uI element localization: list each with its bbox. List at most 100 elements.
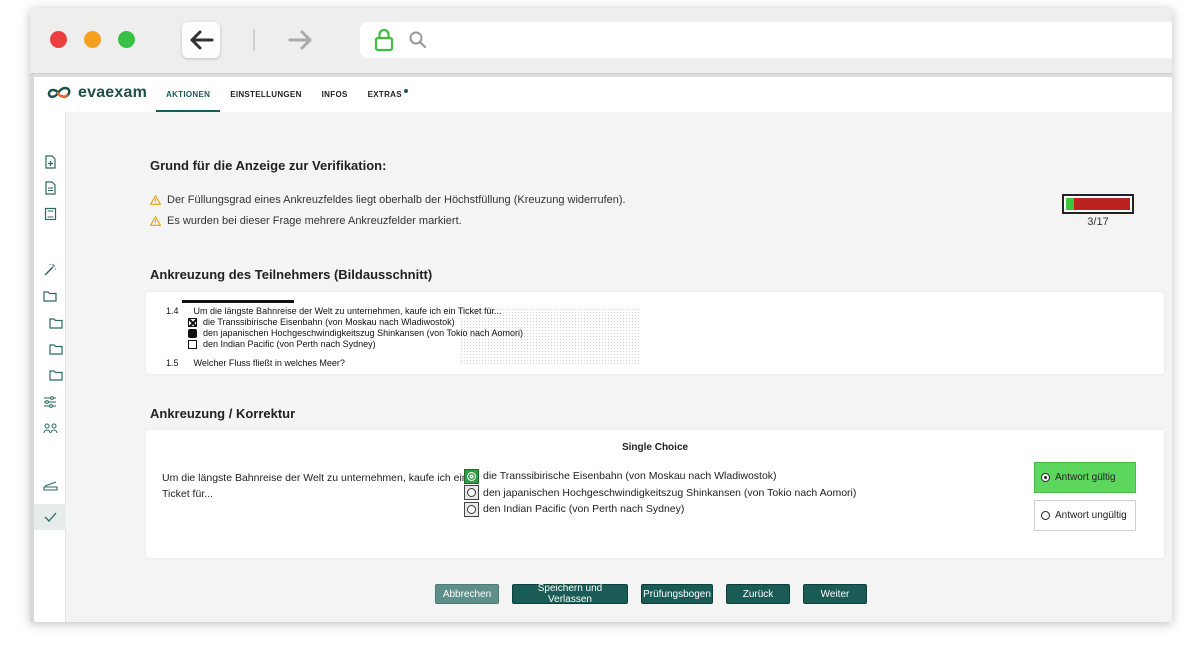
search-icon bbox=[409, 31, 427, 49]
warning-line: Es wurden bei dieser Frage mehrere Ankre… bbox=[150, 215, 462, 227]
arrow-right-icon bbox=[288, 30, 312, 50]
warning-line: Der Füllungsgrad eines Ankreuzfeldes lie… bbox=[150, 194, 626, 206]
scan-title: Ankreuzung des Teilnehmers (Bildausschni… bbox=[150, 267, 433, 282]
empty-checkbox bbox=[188, 340, 197, 350]
logo-text: evaexam bbox=[78, 84, 148, 101]
verification-progress-bar bbox=[1062, 194, 1134, 214]
radio-icon bbox=[467, 488, 476, 497]
tab-einstellungen[interactable]: EINSTELLUNGEN bbox=[220, 77, 311, 112]
evaexam-logo-icon bbox=[47, 86, 71, 98]
tab-label: INFOS bbox=[321, 90, 348, 99]
top-navigation: evaexam AKTIONEN EINSTELLUNGEN INFOS EXT… bbox=[34, 74, 1172, 112]
magic-wand-icon[interactable] bbox=[42, 262, 58, 278]
address-bar[interactable] bbox=[360, 22, 1172, 58]
warning-icon bbox=[150, 195, 161, 205]
lock-icon bbox=[374, 28, 394, 52]
answer-invalid-button[interactable]: Antwort ungültig bbox=[1034, 500, 1136, 531]
tab-extras[interactable]: EXTRAS bbox=[358, 77, 418, 112]
scan-question-text: Welcher Fluss fließt in welches Meer? bbox=[193, 358, 345, 366]
book-icon[interactable] bbox=[42, 206, 58, 222]
warning-text: Der Füllungsgrad eines Ankreuzfeldes lie… bbox=[167, 194, 626, 206]
radio-selected-icon bbox=[1041, 473, 1050, 482]
question-text: Um die längste Bahnreise der Welt zu unt… bbox=[162, 472, 468, 500]
correction-title: Ankreuzung / Korrektur bbox=[150, 406, 296, 421]
filled-checkbox bbox=[188, 329, 197, 339]
main-tabs: AKTIONEN EINSTELLUNGEN INFOS EXTRAS bbox=[156, 77, 418, 112]
answer-option[interactable]: den japanischen Hochgeschwindigkeitszug … bbox=[464, 485, 856, 501]
next-button[interactable]: Weiter bbox=[803, 584, 867, 604]
tab-label: EXTRAS bbox=[367, 90, 402, 99]
folder-icon[interactable] bbox=[48, 341, 64, 357]
option-checkbox[interactable] bbox=[464, 485, 479, 500]
tab-aktionen[interactable]: AKTIONEN bbox=[156, 77, 221, 112]
option-label: den japanischen Hochgeschwindigkeitszug … bbox=[483, 486, 857, 499]
option-checkbox[interactable] bbox=[464, 501, 479, 517]
exam-sheet-button[interactable]: Prüfungsbogen bbox=[641, 584, 713, 604]
progress-fill bbox=[1066, 198, 1074, 210]
option-label: die Transsibirische Eisenbahn (von Moska… bbox=[483, 470, 777, 482]
warning-text: Es wurden bei dieser Frage mehrere Ankre… bbox=[167, 215, 462, 227]
answer-option[interactable]: die Transsibirische Eisenbahn (von Moska… bbox=[464, 468, 856, 484]
scan-question-text: Um die längste Bahnreise der Welt zu unt… bbox=[193, 306, 502, 316]
action-bar: Abbrechen Speichern und Verlassen Prüfun… bbox=[435, 583, 867, 605]
toolbar-divider bbox=[253, 29, 255, 51]
scan-card: 1.4 Um die längste Bahnreise der Welt zu… bbox=[146, 292, 1164, 374]
answer-options: die Transsibirische Eisenbahn (von Moska… bbox=[464, 468, 856, 518]
crossed-checkbox bbox=[188, 318, 197, 328]
scan-question: 1.4 Um die längste Bahnreise der Welt zu… bbox=[166, 306, 502, 316]
arrow-left-icon bbox=[190, 30, 214, 50]
browser-toolbar bbox=[30, 8, 1172, 74]
close-window-button[interactable] bbox=[50, 31, 67, 48]
sidebar bbox=[34, 112, 66, 622]
notification-dot bbox=[403, 88, 408, 93]
option-checkbox[interactable] bbox=[464, 468, 479, 484]
tab-label: AKTIONEN bbox=[166, 90, 211, 99]
users-icon[interactable] bbox=[42, 420, 58, 436]
scan-question-number: 1.5 bbox=[166, 358, 179, 366]
folder-icon[interactable] bbox=[48, 315, 64, 331]
tray-icon[interactable] bbox=[42, 478, 58, 494]
app-frame: evaexam AKTIONEN EINSTELLUNGEN INFOS EXT… bbox=[30, 74, 1172, 622]
folder-icon[interactable] bbox=[48, 367, 64, 383]
answer-option[interactable]: den Indian Pacific (von Perth nach Sydne… bbox=[464, 501, 856, 517]
back-button[interactable] bbox=[182, 22, 220, 58]
progress-track bbox=[1066, 198, 1130, 210]
main-content: Grund für die Anzeige zur Verifikation: … bbox=[144, 112, 1164, 622]
option-label: den Indian Pacific (von Perth nach Sydne… bbox=[483, 503, 685, 515]
folder-icon[interactable] bbox=[42, 288, 58, 304]
answer-invalid-label: Antwort ungültig bbox=[1055, 510, 1127, 521]
answer-valid-button[interactable]: Antwort gültig bbox=[1034, 462, 1136, 493]
back-nav-button[interactable]: Zurück bbox=[726, 584, 790, 604]
scan-option: den Indian Pacific (von Perth nach Sydne… bbox=[188, 339, 376, 350]
radio-icon bbox=[467, 471, 476, 481]
scan-option-text: den japanischen Hochgeschwindigkeitszug … bbox=[203, 328, 524, 338]
file-icon[interactable] bbox=[42, 180, 58, 196]
answer-valid-label: Antwort gültig bbox=[1055, 472, 1116, 483]
scan-option: die Transsibirische Eisenbahn (von Moska… bbox=[188, 317, 455, 328]
tab-infos[interactable]: INFOS bbox=[312, 77, 358, 112]
scan-option-text: die Transsibirische Eisenbahn (von Moska… bbox=[203, 317, 455, 327]
question-type-label: Single Choice bbox=[621, 442, 689, 453]
scan-next-question: 1.5 Welcher Fluss fließt in welches Meer… bbox=[166, 358, 345, 366]
check-icon[interactable] bbox=[42, 509, 58, 525]
minimize-window-button[interactable] bbox=[84, 31, 101, 48]
file-add-icon[interactable] bbox=[42, 154, 58, 170]
progress-counter: 3/17 bbox=[1087, 216, 1109, 228]
browser-window: evaexam AKTIONEN EINSTELLUNGEN INFOS EXT… bbox=[30, 8, 1172, 622]
radio-icon bbox=[467, 504, 476, 514]
cancel-button[interactable]: Abbrechen bbox=[435, 584, 499, 604]
logo[interactable]: evaexam bbox=[46, 84, 147, 102]
scan-question-number: 1.4 bbox=[166, 306, 179, 316]
save-exit-button[interactable]: Speichern und Verlassen bbox=[512, 583, 628, 605]
correction-card: Single Choice Um die längste Bahnreise d… bbox=[146, 430, 1164, 558]
radio-icon bbox=[1041, 511, 1050, 520]
sliders-icon[interactable] bbox=[42, 394, 58, 410]
warning-icon bbox=[150, 216, 161, 226]
verification-title: Grund für die Anzeige zur Verifikation: bbox=[150, 158, 387, 173]
tab-label: EINSTELLUNGEN bbox=[230, 90, 302, 99]
maximize-window-button[interactable] bbox=[118, 31, 135, 48]
scan-option-text: den Indian Pacific (von Perth nach Sydne… bbox=[203, 339, 376, 349]
forward-button[interactable] bbox=[282, 22, 320, 58]
redaction-bar bbox=[182, 300, 294, 303]
scan-option: den japanischen Hochgeschwindigkeitszug … bbox=[188, 328, 524, 339]
